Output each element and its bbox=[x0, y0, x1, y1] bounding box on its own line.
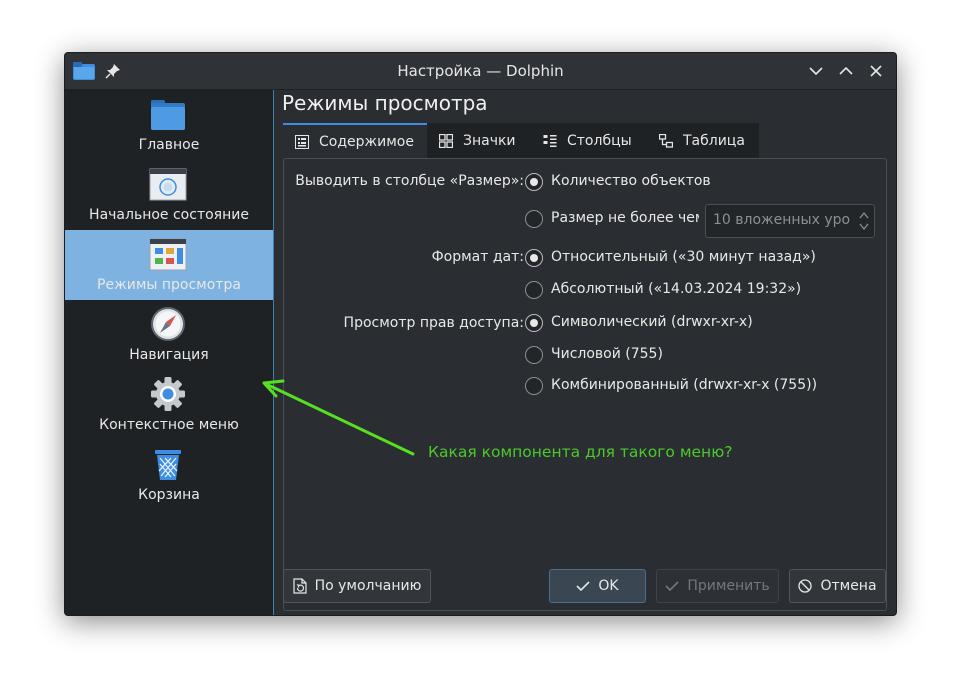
tab-label: Столбцы bbox=[567, 132, 632, 149]
sidebar-item-trash[interactable]: Корзина bbox=[65, 440, 273, 510]
cancel-button[interactable]: Отмена bbox=[789, 569, 886, 603]
sidebar-item-navigation[interactable]: Навигация bbox=[65, 300, 273, 370]
tab-label: Таблица bbox=[683, 132, 745, 149]
cancel-button-label: Отмена bbox=[820, 578, 877, 594]
close-icon bbox=[870, 65, 882, 77]
details-icon bbox=[295, 134, 309, 149]
sidebar-item-label: Корзина bbox=[138, 487, 200, 503]
radio-item-count[interactable] bbox=[525, 173, 543, 191]
sidebar-item-view-modes[interactable]: Режимы просмотра bbox=[65, 230, 273, 300]
document-revert-icon bbox=[292, 578, 307, 594]
trash-icon bbox=[149, 446, 187, 482]
icons-grid-icon bbox=[439, 133, 453, 148]
settings-sidebar: Главное Начальное состояние Режимы просм… bbox=[65, 90, 274, 615]
radio-item-count-label: Количество объектов bbox=[551, 173, 711, 189]
radio-size-limit[interactable] bbox=[525, 210, 543, 228]
radio-date-absolute[interactable] bbox=[525, 281, 543, 299]
window-title: Настройка — Dolphin bbox=[397, 62, 564, 80]
view-modes-icon bbox=[149, 236, 187, 272]
checkmark-icon bbox=[576, 581, 590, 592]
sidebar-item-context-menu[interactable]: Контекстное меню bbox=[65, 370, 273, 440]
annotation-text: Какая компонента для такого меню? bbox=[428, 443, 733, 461]
sidebar-item-general[interactable]: Главное bbox=[65, 90, 273, 160]
radio-date-relative-label: Относительный («30 минут назад») bbox=[551, 249, 816, 265]
page-title: Режимы просмотра bbox=[282, 91, 488, 115]
columns-icon bbox=[543, 134, 557, 147]
permissions-label: Просмотр прав доступа: bbox=[343, 315, 524, 331]
spin-arrows-icon[interactable] bbox=[858, 209, 870, 233]
tab-label: Содержимое bbox=[319, 133, 414, 150]
radio-perm-numeric[interactable] bbox=[525, 346, 543, 364]
sidebar-item-label: Главное bbox=[138, 137, 200, 153]
sidebar-item-label: Навигация bbox=[129, 347, 209, 363]
window-icon bbox=[149, 166, 187, 202]
tab-label: Значки bbox=[463, 132, 516, 149]
radio-perm-combined-label: Комбинированный (drwxr-xr-x (755)) bbox=[551, 377, 818, 393]
sidebar-item-label: Начальное состояние bbox=[89, 207, 249, 223]
sidebar-item-label: Режимы просмотра bbox=[97, 277, 241, 293]
minimize-button[interactable] bbox=[804, 59, 828, 83]
settings-window: Настройка — Dolphin Главное Начальное со… bbox=[64, 52, 897, 616]
tab-columns[interactable]: Столбцы bbox=[531, 123, 647, 158]
tab-content[interactable]: Содержимое bbox=[283, 123, 427, 158]
radio-size-limit-label: Размер не более чем bbox=[551, 210, 699, 226]
date-format-label: Формат дат: bbox=[431, 249, 524, 265]
sidebar-item-startup[interactable]: Начальное состояние bbox=[65, 160, 273, 230]
close-button[interactable] bbox=[864, 59, 888, 83]
defaults-button[interactable]: По умолчанию bbox=[283, 569, 431, 603]
gear-icon bbox=[149, 376, 187, 412]
radio-perm-symbolic-label: Символический (drwxr-xr-x) bbox=[551, 314, 753, 330]
depth-spinbox-value: 10 вложенных уровней bbox=[713, 212, 851, 228]
radio-perm-symbolic[interactable] bbox=[525, 314, 543, 332]
tab-icons[interactable]: Значки bbox=[427, 123, 531, 158]
ok-button[interactable]: OK bbox=[549, 569, 646, 603]
size-column-label: Выводить в столбце «Размер»: bbox=[295, 173, 524, 189]
radio-date-relative[interactable] bbox=[525, 249, 543, 267]
checkmark-icon bbox=[665, 581, 679, 592]
cancel-icon bbox=[798, 579, 813, 593]
radio-date-absolute-label: Абсолютный («14.03.2024 19:32») bbox=[551, 281, 802, 297]
sidebar-item-label: Контекстное меню bbox=[99, 417, 239, 433]
tab-table[interactable]: Таблица bbox=[647, 123, 759, 158]
apply-button-label: Применить bbox=[687, 578, 770, 594]
radio-perm-combined[interactable] bbox=[525, 377, 543, 395]
title-bar[interactable]: Настройка — Dolphin bbox=[65, 53, 896, 90]
apply-button[interactable]: Применить bbox=[656, 569, 779, 603]
radio-perm-numeric-label: Числовой (755) bbox=[551, 346, 663, 362]
defaults-button-label: По умолчанию bbox=[314, 578, 422, 594]
maximize-button[interactable] bbox=[834, 59, 858, 83]
folder-icon bbox=[149, 96, 187, 132]
compass-icon bbox=[149, 306, 187, 342]
ok-button-label: OK bbox=[598, 578, 619, 594]
chevron-up-icon bbox=[839, 66, 853, 75]
tree-icon bbox=[659, 133, 673, 148]
chevron-down-icon bbox=[809, 67, 823, 76]
depth-spinbox[interactable]: 10 вложенных уровней bbox=[705, 204, 875, 238]
